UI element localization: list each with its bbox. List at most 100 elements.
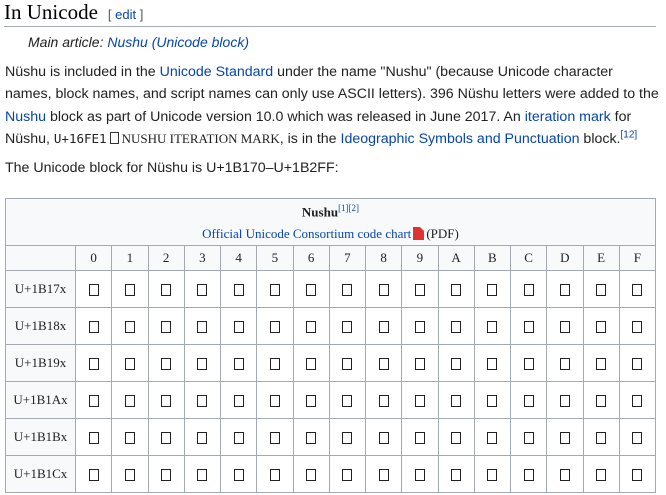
reference-12-link[interactable]: [12] xyxy=(621,129,638,140)
character-cell[interactable] xyxy=(147,270,185,308)
character-cell[interactable] xyxy=(364,381,403,419)
character-cell[interactable] xyxy=(401,381,439,419)
character-cell[interactable] xyxy=(364,344,403,382)
character-cell[interactable] xyxy=(618,381,657,419)
character-cell[interactable] xyxy=(111,344,149,382)
iteration-mark-link[interactable]: iteration mark xyxy=(525,109,611,125)
character-cell[interactable] xyxy=(364,455,403,493)
character-cell[interactable] xyxy=(111,418,149,456)
official-code-chart-link[interactable]: Official Unicode Consortium code chart xyxy=(202,226,411,241)
character-cell[interactable] xyxy=(509,455,548,493)
character-cell[interactable] xyxy=(219,381,258,419)
character-cell[interactable] xyxy=(183,381,222,419)
character-cell[interactable] xyxy=(546,307,584,345)
character-cell[interactable] xyxy=(328,270,367,308)
character-cell[interactable] xyxy=(401,307,439,345)
character-cell[interactable] xyxy=(256,418,294,456)
character-cell[interactable] xyxy=(618,344,657,382)
character-cell[interactable] xyxy=(74,307,113,345)
character-cell[interactable] xyxy=(473,455,512,493)
unicode-standard-link[interactable]: Unicode Standard xyxy=(160,64,274,80)
character-cell[interactable] xyxy=(509,307,548,345)
character-cell[interactable] xyxy=(147,418,185,456)
character-cell[interactable] xyxy=(618,455,657,493)
character-cell[interactable] xyxy=(618,418,657,456)
character-cell[interactable] xyxy=(582,455,620,493)
character-cell[interactable] xyxy=(401,270,439,308)
character-cell[interactable] xyxy=(219,418,258,456)
character-cell[interactable] xyxy=(111,381,149,419)
character-cell[interactable] xyxy=(437,455,475,493)
character-cell[interactable] xyxy=(364,307,403,345)
character-cell[interactable] xyxy=(111,270,149,308)
main-article-link[interactable]: Nushu (Unicode block) xyxy=(107,34,249,50)
chart-ref-1[interactable]: [1] xyxy=(338,203,349,213)
character-cell[interactable] xyxy=(328,344,367,382)
character-cell[interactable] xyxy=(219,270,258,308)
character-cell[interactable] xyxy=(111,307,149,345)
character-cell[interactable] xyxy=(147,455,185,493)
character-cell[interactable] xyxy=(256,455,294,493)
character-cell[interactable] xyxy=(582,307,620,345)
character-cell[interactable] xyxy=(183,418,222,456)
character-cell[interactable] xyxy=(74,270,113,308)
character-cell[interactable] xyxy=(618,307,657,345)
character-cell[interactable] xyxy=(401,344,439,382)
edit-link[interactable]: edit xyxy=(115,7,136,22)
character-cell[interactable] xyxy=(219,307,258,345)
character-cell[interactable] xyxy=(292,307,330,345)
character-cell[interactable] xyxy=(74,418,113,456)
character-cell[interactable] xyxy=(582,381,620,419)
character-cell[interactable] xyxy=(509,270,548,308)
character-cell[interactable] xyxy=(292,344,330,382)
character-cell[interactable] xyxy=(256,270,294,308)
character-cell[interactable] xyxy=(546,344,584,382)
character-cell[interactable] xyxy=(147,344,185,382)
character-cell[interactable] xyxy=(473,381,512,419)
character-cell[interactable] xyxy=(292,418,330,456)
character-cell[interactable] xyxy=(582,418,620,456)
character-cell[interactable] xyxy=(473,270,512,308)
character-cell[interactable] xyxy=(256,307,294,345)
character-cell[interactable] xyxy=(473,418,512,456)
character-cell[interactable] xyxy=(256,381,294,419)
character-cell[interactable] xyxy=(74,381,113,419)
character-cell[interactable] xyxy=(292,455,330,493)
character-cell[interactable] xyxy=(509,381,548,419)
character-cell[interactable] xyxy=(437,344,475,382)
character-cell[interactable] xyxy=(509,344,548,382)
character-cell[interactable] xyxy=(328,307,367,345)
ideographic-symbols-link[interactable]: Ideographic Symbols and Punctuation xyxy=(341,131,580,147)
character-cell[interactable] xyxy=(473,344,512,382)
character-cell[interactable] xyxy=(437,418,475,456)
character-cell[interactable] xyxy=(219,344,258,382)
character-cell[interactable] xyxy=(401,418,439,456)
character-cell[interactable] xyxy=(183,344,222,382)
character-cell[interactable] xyxy=(147,381,185,419)
character-cell[interactable] xyxy=(328,455,367,493)
character-cell[interactable] xyxy=(292,381,330,419)
chart-ref-2[interactable]: [2] xyxy=(349,203,360,213)
character-cell[interactable] xyxy=(437,270,475,308)
character-cell[interactable] xyxy=(183,270,222,308)
nushu-link[interactable]: Nushu xyxy=(5,109,46,125)
character-cell[interactable] xyxy=(74,344,113,382)
character-cell[interactable] xyxy=(292,270,330,308)
character-cell[interactable] xyxy=(364,270,403,308)
character-cell[interactable] xyxy=(74,455,113,493)
character-cell[interactable] xyxy=(328,381,367,419)
character-cell[interactable] xyxy=(437,307,475,345)
character-cell[interactable] xyxy=(509,418,548,456)
character-cell[interactable] xyxy=(364,418,403,456)
character-cell[interactable] xyxy=(256,344,294,382)
character-cell[interactable] xyxy=(546,418,584,456)
character-cell[interactable] xyxy=(183,307,222,345)
character-cell[interactable] xyxy=(328,418,367,456)
character-cell[interactable] xyxy=(111,455,149,493)
character-cell[interactable] xyxy=(618,270,657,308)
character-cell[interactable] xyxy=(401,455,439,493)
character-cell[interactable] xyxy=(546,381,584,419)
character-cell[interactable] xyxy=(147,307,185,345)
character-cell[interactable] xyxy=(473,307,512,345)
character-cell[interactable] xyxy=(582,344,620,382)
